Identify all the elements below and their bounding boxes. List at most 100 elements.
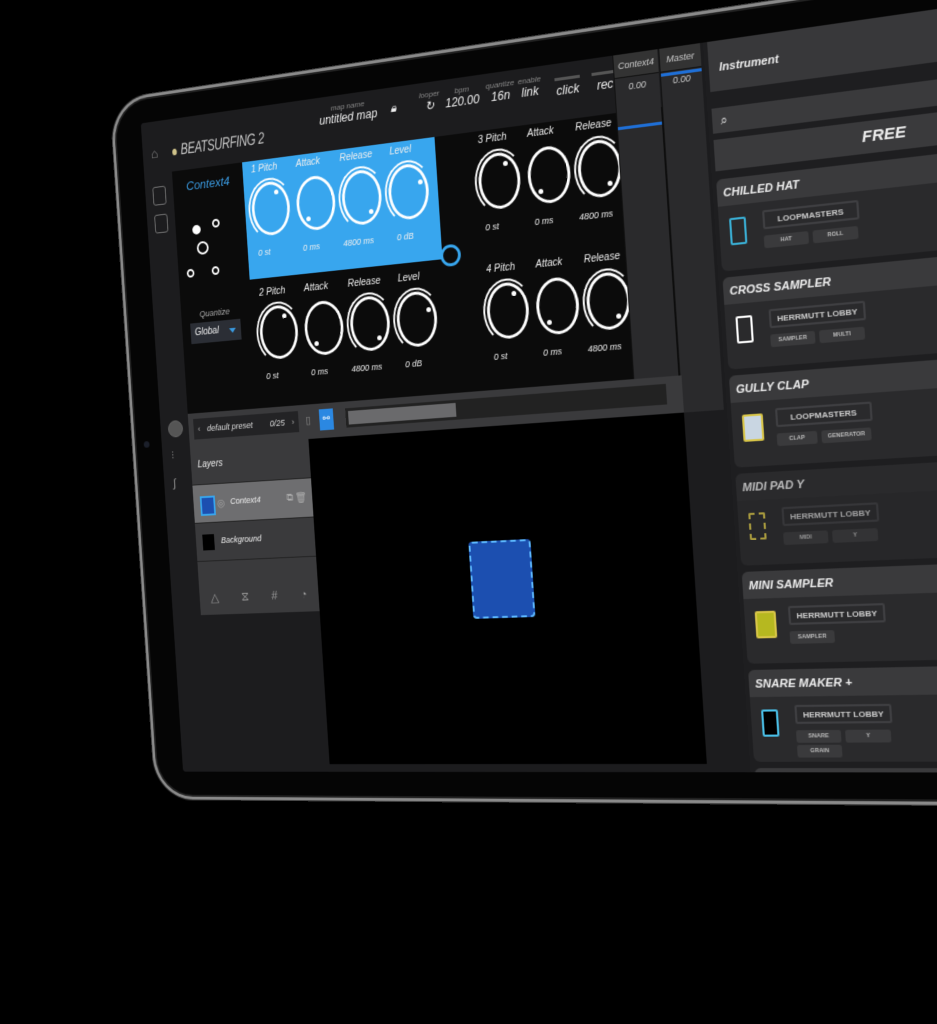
- app-brand: BEATSURFING 2: [172, 129, 265, 160]
- metronome-icon[interactable]: △: [210, 590, 219, 605]
- link-toggle[interactable]: enable link: [518, 74, 543, 100]
- knob-value: 4800 ms: [578, 208, 614, 223]
- pitch-knob[interactable]: [472, 145, 527, 216]
- layer-color-swatch[interactable]: [202, 534, 215, 551]
- knob-value: 0 dB: [396, 230, 415, 243]
- knob-label: Level: [389, 144, 412, 158]
- knob-label: Attack: [295, 156, 321, 170]
- knob-label: Attack: [526, 125, 555, 140]
- pad-canvas[interactable]: [308, 412, 707, 765]
- card-author: HERRMUTT LOBBY: [781, 502, 880, 527]
- instrument-card[interactable]: TRIG AT OFF: [754, 768, 937, 773]
- layers-panel: Layers ◎ Context4 ⧉ 🗑︎ Background △ ⧖ # …: [189, 439, 320, 616]
- home-icon[interactable]: ⌂: [150, 145, 164, 161]
- level-knob[interactable]: [382, 157, 435, 226]
- instrument-card[interactable]: SNARE MAKER + HERRMUTT LOBBY SNARE Y GRA…: [748, 663, 937, 762]
- device-icon[interactable]: [152, 185, 167, 206]
- map-name[interactable]: map name untitled map: [318, 97, 378, 128]
- knob-ring: [246, 175, 296, 242]
- knob-ring: [254, 299, 304, 365]
- brand-logo-icon: [172, 148, 178, 156]
- card-tag: GENERATOR: [821, 427, 872, 444]
- knob-ring: [382, 157, 435, 226]
- knob-label: Release: [574, 117, 612, 134]
- knob-label: Level: [397, 271, 420, 285]
- mixer-sliders-icon[interactable]: ⫶: [171, 449, 174, 463]
- visibility-icon[interactable]: ◎: [216, 497, 226, 510]
- quantize-value: 16n: [490, 87, 511, 105]
- sidebar-blank: [200, 611, 333, 773]
- instrument-thumbnail: [754, 610, 778, 639]
- app-screen: ⌂ BEATSURFING 2 map name untitled map 🔒︎…: [140, 0, 937, 773]
- level-knob[interactable]: [391, 285, 443, 353]
- pitch-knob[interactable]: [481, 276, 535, 345]
- fader-value: 0.00: [628, 78, 647, 92]
- knob-label: Release: [583, 250, 621, 266]
- selected-pad[interactable]: [468, 538, 536, 619]
- card-tag: SAMPLER: [789, 630, 836, 644]
- looper-button[interactable]: looper ↻: [419, 89, 441, 115]
- grid-icon[interactable]: #: [271, 588, 278, 603]
- link-value: link: [520, 83, 540, 101]
- bpm-control[interactable]: bpm 120.00: [444, 83, 480, 110]
- card-tag: Y: [832, 528, 879, 543]
- metronome-off-icon[interactable]: ⧖: [241, 589, 250, 604]
- fader-level[interactable]: [617, 121, 663, 131]
- layer-color-swatch[interactable]: [199, 495, 216, 517]
- knob-label: Attack: [535, 256, 563, 271]
- preset-next-button[interactable]: ›: [291, 411, 295, 432]
- routing-node: [196, 240, 210, 256]
- fader-name: Context4: [613, 49, 659, 80]
- instrument-card[interactable]: MINI SAMPLER HERRMUTT LOBBY SAMPLER ≋ i: [741, 558, 937, 664]
- release-knob[interactable]: [580, 265, 637, 336]
- quantize-dropdown[interactable]: Global: [190, 318, 242, 345]
- preset-prev-button[interactable]: ‹: [197, 419, 201, 440]
- knob-value: 4800 ms: [342, 235, 375, 249]
- quantize-control[interactable]: quantize 16n: [485, 78, 515, 105]
- attack-knob[interactable]: [526, 143, 573, 206]
- palette-icon[interactable]: ◔: [300, 587, 308, 603]
- duplicate-icon[interactable]: ⧉: [286, 492, 294, 505]
- attack-knob[interactable]: [294, 173, 337, 233]
- pitch-knob[interactable]: [254, 299, 304, 365]
- click-toggle[interactable]: click: [554, 74, 581, 99]
- pitch-knob[interactable]: [246, 175, 296, 242]
- release-knob[interactable]: [572, 132, 628, 205]
- layer-row[interactable]: Background: [194, 517, 317, 563]
- map-mode-button[interactable]: ⚯: [318, 408, 335, 431]
- release-knob[interactable]: [336, 163, 388, 232]
- knob-group-1: 1 Pitch Attack Release Level 0 st 0 ms 4…: [245, 136, 447, 275]
- instrument-panel: Instrument ⌕ FREE CHILLED HAT LOOPMASTER…: [702, 0, 937, 773]
- layer-row[interactable]: ◎ Context4 ⧉ 🗑︎: [192, 478, 314, 524]
- curve-icon[interactable]: ∫: [173, 476, 177, 489]
- card-tag: CLAP: [776, 430, 818, 447]
- knob-value: 0 dB: [404, 358, 423, 370]
- knob-value: 4800 ms: [587, 341, 623, 355]
- camera-dot: [143, 441, 150, 448]
- search-icon: ⌕: [720, 112, 728, 128]
- layer-name: Background: [220, 533, 262, 545]
- quantize-selector[interactable]: Quantize Global: [189, 305, 242, 345]
- lock-button[interactable]: 🔒︎: [390, 101, 397, 116]
- device-list-icon[interactable]: [154, 213, 169, 234]
- instrument-thumbnail: [735, 315, 754, 344]
- instrument-thumbnail: [748, 512, 767, 541]
- release-knob[interactable]: [344, 290, 396, 357]
- knob-ring: [472, 145, 527, 216]
- pad-editor-icon[interactable]: [167, 419, 184, 438]
- click-label: click: [556, 80, 580, 99]
- knob-value: 0 ms: [310, 366, 329, 378]
- card-tag: ROLL: [812, 225, 859, 244]
- card-tag: GRAIN: [796, 744, 843, 758]
- instrument-card[interactable]: MIDI PAD Y download HERRMUTT LOBBY MIDI …: [735, 454, 937, 566]
- knob-value: 0 st: [493, 350, 508, 362]
- attack-knob[interactable]: [303, 299, 346, 357]
- trash-icon[interactable]: 🗑︎: [294, 491, 308, 504]
- device-small-icon[interactable]: ▯: [305, 414, 311, 427]
- knob-ring: [391, 285, 443, 353]
- layer-tools: △ ⧖ # ◔: [199, 586, 319, 606]
- preset-selector[interactable]: ‹ default preset 0/25 ›: [193, 411, 300, 440]
- routing-node: [186, 268, 195, 278]
- knob-label: 4 Pitch: [485, 261, 516, 276]
- attack-knob[interactable]: [534, 275, 581, 337]
